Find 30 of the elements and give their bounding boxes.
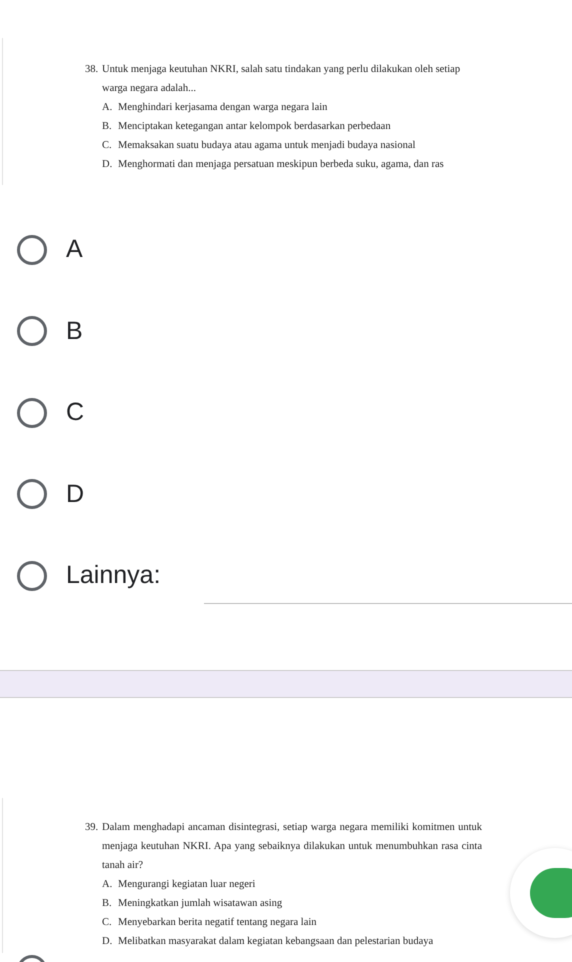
- option-text: Menciptakan ketegangan antar kelompok berdasarkan perbedaan: [118, 120, 391, 134]
- option-letter: C.: [102, 916, 113, 930]
- other-label[interactable]: Lainnya:: [66, 561, 161, 590]
- radio-button[interactable]: [17, 316, 47, 346]
- option-text: Menghindari kerjasama dengan warga negara lain: [118, 101, 328, 115]
- option-text: Mengurangi kegiatan luar negeri: [118, 878, 256, 892]
- option-letter: A.: [102, 101, 114, 115]
- option-letter: B.: [102, 896, 113, 910]
- option-letter: D.: [102, 934, 114, 948]
- question-number: 38.: [85, 63, 100, 77]
- option-text: Meningkatkan jumlah wisatawan asing: [118, 896, 282, 910]
- question-text: Dalam menghadapi ancaman disintegrasi, setiap warga negara memiliki komitmen untuk menjaga keutuhan NKRI. Apa yang sebaiknya dilakukan untuk menumbuhkan rasa cinta tanah air?: [102, 820, 482, 872]
- radio-button[interactable]: [17, 479, 47, 510]
- question-number: 39.: [85, 820, 100, 834]
- radio-button[interactable]: [17, 560, 47, 591]
- choice-label[interactable]: B: [66, 316, 83, 346]
- option-letter: D.: [102, 158, 114, 172]
- option-letter: A.: [102, 878, 114, 892]
- option-letter: C.: [102, 139, 113, 153]
- option-letter: B.: [102, 120, 113, 134]
- option-text: Melibatkan masyarakat dalam kegiatan kebangsaan dan pelestarian budaya: [118, 934, 434, 948]
- choice-label[interactable]: C: [66, 398, 84, 428]
- option-text: Memaksakan suatu budaya atau agama untuk menjadi budaya nasional: [118, 139, 416, 153]
- radio-button[interactable]: [17, 234, 47, 265]
- choice-label[interactable]: A: [66, 235, 83, 264]
- option-text: Menyebarkan berita negatif tentang negara lain: [118, 916, 317, 930]
- radio-button[interactable]: [17, 398, 47, 428]
- option-text: Menghormati dan menjaga persatuan meskipun berbeda suku, agama, dan ras: [118, 158, 444, 172]
- choice-label[interactable]: D: [66, 480, 84, 509]
- question-text: Untuk menjaga keutuhan NKRI, salah satu tindakan yang perlu dilakukan oleh setiap warga negara adalah...: [102, 63, 462, 96]
